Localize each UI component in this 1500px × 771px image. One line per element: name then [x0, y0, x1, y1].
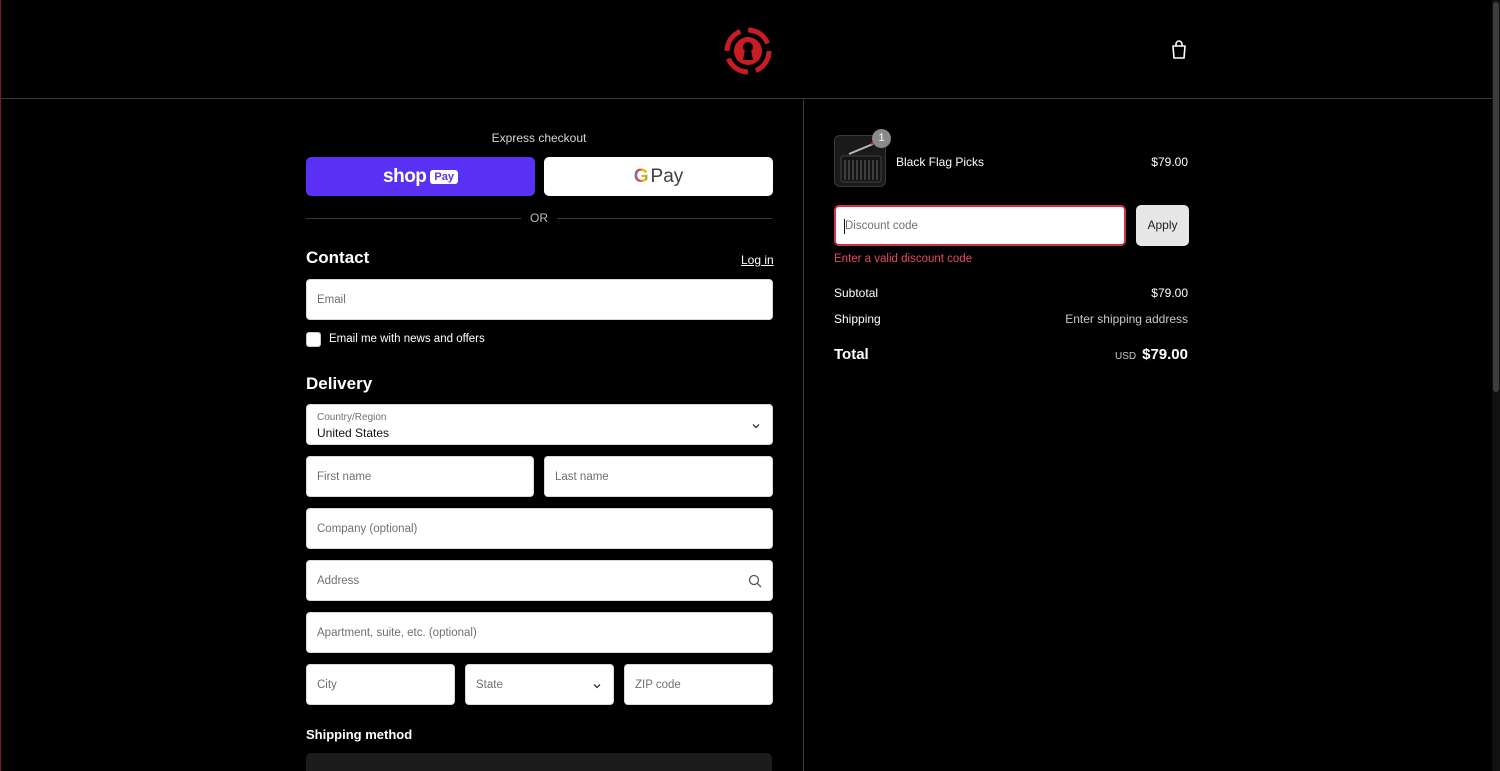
apartment-field[interactable]: Apartment, suite, etc. (optional)	[306, 612, 773, 653]
newsletter-checkbox[interactable]	[306, 332, 321, 347]
currency-code: USD	[1114, 351, 1137, 362]
google-g-icon: G	[633, 165, 649, 187]
shipping-method-box	[306, 753, 772, 771]
last-name-placeholder: Last name	[555, 470, 609, 483]
header	[1, 0, 1500, 99]
discount-error-message: Enter a valid discount code	[834, 253, 973, 265]
country-label: Country/Region	[317, 412, 387, 423]
country-select[interactable]: Country/Region United States	[306, 404, 773, 445]
city-placeholder: City	[317, 678, 337, 691]
apartment-placeholder: Apartment, suite, etc. (optional)	[317, 626, 477, 639]
divider-line-right	[557, 218, 772, 219]
total-label: Total	[834, 346, 869, 363]
scrollbar-thumb[interactable]	[1493, 2, 1499, 392]
email-field[interactable]: Email	[306, 279, 773, 320]
discount-code-input[interactable]: Discount code	[834, 205, 1126, 246]
state-placeholder: State	[476, 678, 503, 691]
delivery-heading: Delivery	[306, 374, 373, 393]
first-name-placeholder: First name	[317, 470, 372, 483]
login-link[interactable]: Log in	[741, 253, 774, 267]
google-pay-label: Pay	[650, 165, 684, 187]
country-value: United States	[317, 426, 390, 440]
email-placeholder: Email	[317, 293, 346, 306]
zip-field[interactable]: ZIP code	[624, 664, 773, 705]
shipping-label: Shipping	[834, 312, 881, 326]
shop-pay-wordmark: shop	[383, 165, 427, 187]
shipping-method-heading: Shipping method	[306, 727, 413, 742]
city-field[interactable]: City	[306, 664, 455, 705]
product-price: $79.00	[1151, 155, 1188, 169]
state-select[interactable]: State	[465, 664, 614, 705]
shop-pay-badge: Pay	[430, 169, 458, 184]
quantity-badge: 1	[872, 129, 891, 148]
checkout-page: Express checkout shop Pay G Pay OR Conta…	[0, 0, 1500, 771]
discount-placeholder: Discount code	[845, 219, 918, 232]
address-field[interactable]: Address	[306, 560, 773, 601]
total-amount: USD $79.00	[1115, 346, 1188, 363]
shopping-bag-icon[interactable]	[1171, 40, 1187, 59]
company-field[interactable]: Company (optional)	[306, 508, 773, 549]
product-name: Black Flag Picks	[896, 155, 985, 169]
address-placeholder: Address	[317, 574, 360, 587]
google-pay-button[interactable]: G Pay	[544, 157, 773, 196]
first-name-field[interactable]: First name	[306, 456, 534, 497]
keyhole-logo-icon[interactable]	[723, 26, 773, 76]
apply-button[interactable]: Apply	[1136, 205, 1189, 246]
express-checkout-title: Express checkout	[491, 131, 587, 145]
shop-pay-button[interactable]: shop Pay	[306, 157, 535, 196]
total-value: $79.00	[1142, 346, 1188, 363]
shipping-value: Enter shipping address	[1065, 312, 1188, 326]
chevron-down-icon	[752, 424, 760, 429]
or-divider: OR	[306, 210, 772, 226]
contact-heading: Contact	[306, 248, 370, 267]
search-icon	[748, 574, 762, 588]
subtotal-label: Subtotal	[834, 286, 879, 300]
chevron-down-icon	[593, 684, 601, 689]
company-placeholder: Company (optional)	[317, 522, 418, 535]
column-divider	[803, 99, 804, 771]
newsletter-label: Email me with news and offers	[329, 333, 485, 345]
last-name-field[interactable]: Last name	[544, 456, 773, 497]
scrollbar[interactable]	[1492, 0, 1500, 771]
zip-placeholder: ZIP code	[635, 678, 681, 691]
subtotal-value: $79.00	[1151, 286, 1188, 300]
